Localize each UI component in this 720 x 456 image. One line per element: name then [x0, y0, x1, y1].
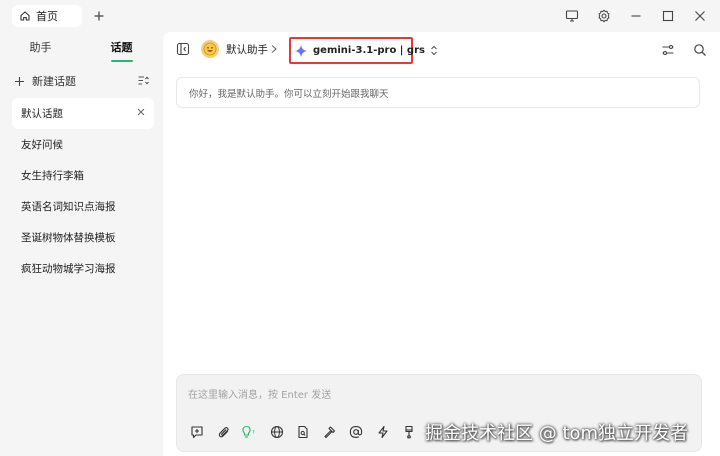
message-input[interactable]: 在这里输入消息，按 Enter 发送 — [188, 386, 331, 401]
monitor-icon — [565, 9, 579, 23]
svg-text:?: ? — [252, 430, 255, 436]
minimize-button[interactable] — [622, 4, 650, 28]
plus-icon — [12, 76, 26, 87]
tab-home[interactable]: 首页 — [12, 5, 82, 27]
maximize-icon — [661, 9, 675, 23]
window-controls — [558, 4, 714, 28]
model-name: gemini-3.1-pro | grs — [313, 45, 425, 56]
chat-panel: 默认助手 gemini-3.1-pro | grs 你好，我是默认助手。你可以立… — [163, 32, 720, 456]
chevron-updown-icon — [430, 45, 438, 56]
assistant-avatar[interactable] — [201, 40, 219, 58]
close-icon[interactable] — [136, 107, 146, 117]
topic-item[interactable]: 疯狂动物城学习海报 — [12, 253, 154, 284]
lightbulb-icon: ? — [242, 425, 258, 439]
mcp-tool[interactable] — [320, 422, 340, 442]
home-icon — [19, 10, 31, 22]
tab-assistants-label: 助手 — [29, 41, 52, 54]
hammer-icon — [323, 425, 337, 439]
thinking-tool[interactable]: ? — [240, 422, 260, 442]
mention-tool[interactable] — [346, 422, 366, 442]
quick-phrase-tool[interactable] — [373, 422, 393, 442]
topic-item-label: 默认话题 — [21, 108, 63, 120]
topic-item[interactable]: 默认话题 — [12, 98, 154, 129]
topic-item-label: 英语名词知识点海报 — [21, 201, 116, 213]
web-search-tool[interactable] — [267, 422, 287, 442]
header-actions — [658, 40, 710, 60]
new-tab-button[interactable] — [88, 5, 110, 27]
globe-icon — [270, 425, 284, 439]
topic-item-label: 疯狂动物城学习海报 — [21, 263, 116, 275]
lightning-icon — [376, 425, 390, 439]
sidebar: 助手 话题 新建话题 默认话题 友好问候 女生持行李箱 英语名词知识点海报 圣诞… — [0, 32, 162, 456]
add-chat-icon — [190, 425, 204, 439]
close-icon — [693, 9, 707, 23]
smiley-icon — [203, 42, 217, 56]
settings-button[interactable] — [590, 4, 618, 28]
brush-tool[interactable] — [399, 422, 419, 442]
watermark: 掘金技术社区 @ tom独立开发者 — [425, 423, 689, 444]
topic-item[interactable]: 英语名词知识点海报 — [12, 191, 154, 222]
tab-home-label: 首页 — [36, 10, 58, 23]
sidebar-toggle-icon[interactable] — [176, 42, 190, 56]
monitor-button[interactable] — [558, 4, 586, 28]
assistant-name[interactable]: 默认助手 — [226, 42, 268, 57]
at-icon — [349, 425, 363, 439]
topic-item[interactable]: 圣诞树物体替换模板 — [12, 222, 154, 253]
topic-item-label: 女生持行李箱 — [21, 170, 84, 182]
knowledge-tool[interactable] — [293, 422, 313, 442]
sliders-icon — [661, 43, 675, 57]
close-window-button[interactable] — [686, 4, 714, 28]
new-topic-label: 新建话题 — [32, 75, 76, 88]
search-button[interactable] — [690, 40, 710, 60]
chevron-right-icon — [270, 44, 278, 54]
tab-assistants[interactable]: 助手 — [0, 32, 81, 62]
search-icon — [693, 43, 707, 57]
chat-settings-button[interactable] — [658, 40, 678, 60]
chat-header: 默认助手 gemini-3.1-pro | grs — [163, 32, 720, 68]
brush-icon — [402, 425, 416, 439]
welcome-message: 你好，我是默认助手。你可以立刻开始跟我聊天 — [176, 77, 700, 108]
composer-toolbar: ? — [187, 422, 426, 442]
minimize-icon — [629, 9, 643, 23]
topic-item-label: 友好问候 — [21, 139, 63, 151]
topic-item[interactable]: 友好问候 — [12, 129, 154, 160]
topic-list: 默认话题 友好问候 女生持行李箱 英语名词知识点海报 圣诞树物体替换模板 疯狂动… — [12, 98, 154, 284]
attach-tool[interactable] — [214, 422, 234, 442]
gemini-icon — [294, 44, 308, 58]
topic-item[interactable]: 女生持行李箱 — [12, 160, 154, 191]
new-topic-tool[interactable] — [187, 422, 207, 442]
tab-topics[interactable]: 话题 — [81, 32, 162, 62]
document-search-icon — [296, 425, 310, 439]
model-selector[interactable]: gemini-3.1-pro | grs — [289, 37, 437, 64]
sort-icon[interactable] — [137, 74, 150, 87]
gear-icon — [597, 9, 611, 23]
title-bar: 首页 — [0, 0, 720, 32]
sidebar-tabs: 助手 话题 — [0, 32, 162, 62]
plus-icon — [93, 10, 105, 22]
paperclip-icon — [217, 425, 231, 439]
topic-item-label: 圣诞树物体替换模板 — [21, 232, 116, 244]
welcome-text: 你好，我是默认助手。你可以立刻开始跟我聊天 — [189, 88, 389, 100]
maximize-button[interactable] — [654, 4, 682, 28]
new-topic-button[interactable]: 新建话题 — [12, 70, 154, 92]
tab-topics-label: 话题 — [110, 41, 133, 54]
